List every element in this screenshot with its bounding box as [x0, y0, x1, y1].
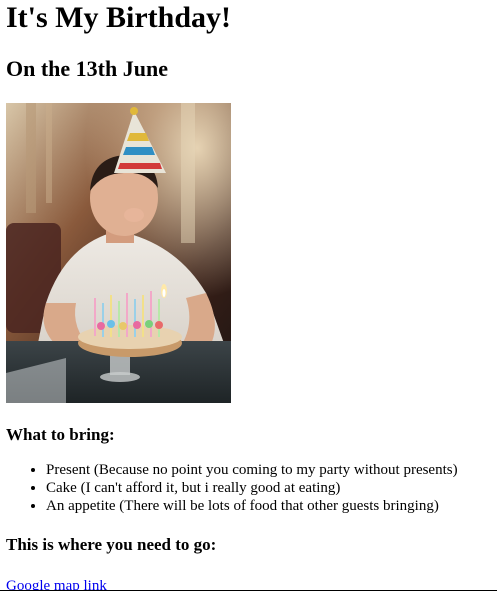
where-heading: This is where you need to go: [6, 535, 217, 554]
google-map-link[interactable]: Google map link [6, 577, 107, 591]
page-content: It's My Birthday! On the 13th June What … [0, 0, 497, 591]
date-subtitle: On the 13th June [6, 56, 168, 81]
bring-heading: What to bring: [6, 425, 115, 444]
list-item: Present (Because no point you coming to … [46, 461, 497, 479]
list-item: An appetite (There will be lots of food … [46, 497, 497, 515]
birthday-photo [6, 103, 231, 403]
list-item: Cake (I can't afford it, but i really go… [46, 479, 497, 497]
page-title: It's My Birthday! [6, 1, 231, 34]
bring-list: Present (Because no point you coming to … [6, 461, 497, 515]
